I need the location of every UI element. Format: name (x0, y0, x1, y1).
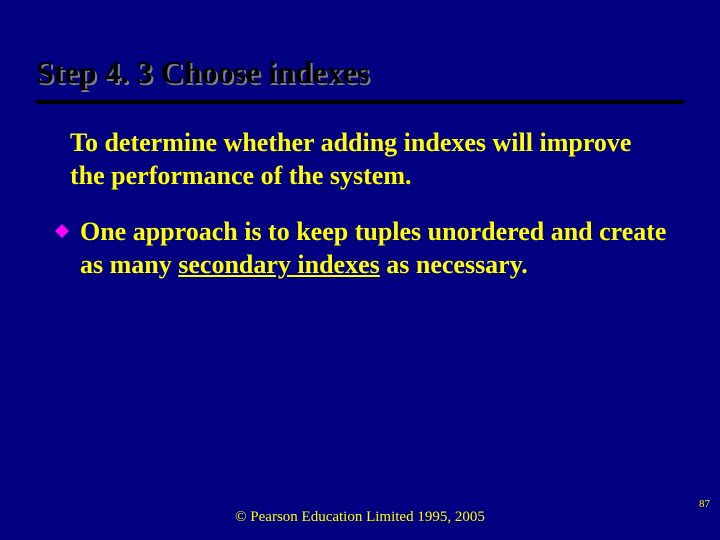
bullet-text-suffix: as necessary. (380, 250, 528, 279)
slide-title: Step 4. 3 Choose indexes (36, 54, 684, 99)
intro-paragraph: To determine whether adding indexes will… (70, 126, 670, 193)
slide-body: To determine whether adding indexes will… (70, 126, 670, 281)
bullet-text-underlined: secondary indexes (178, 250, 380, 279)
bullet-item: One approach is to keep tuples unordered… (54, 215, 670, 282)
slide: Step 4. 3 Choose indexes To determine wh… (0, 0, 720, 540)
bullet-text: One approach is to keep tuples unordered… (80, 215, 670, 282)
diamond-bullet-icon (54, 223, 70, 239)
page-number: 87 (699, 498, 710, 510)
copyright-footer: © Pearson Education Limited 1995, 2005 (0, 509, 720, 526)
title-underline-rule (36, 100, 684, 104)
